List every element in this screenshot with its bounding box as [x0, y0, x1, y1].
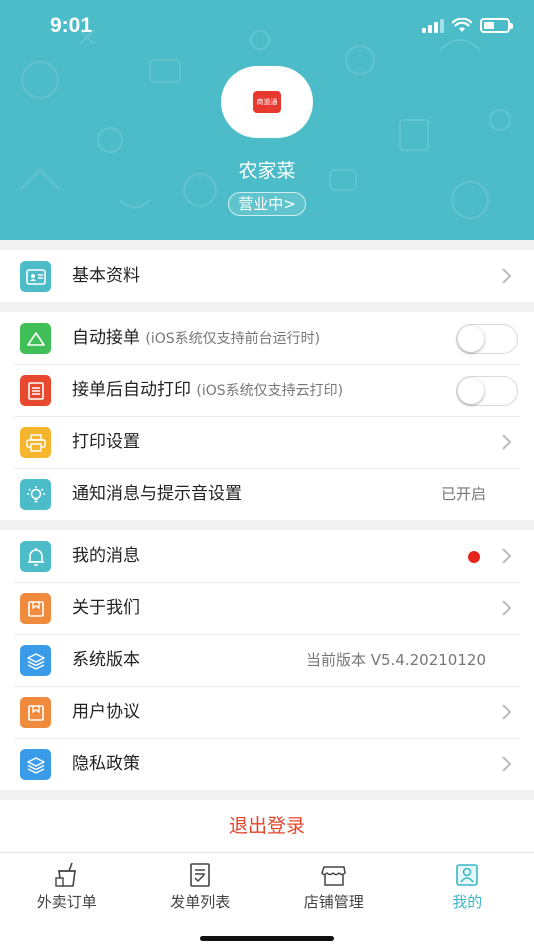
status-time: 9:01	[50, 14, 93, 37]
auto-print-toggle[interactable]	[456, 376, 518, 406]
privacy-label: 隐私政策	[72, 754, 140, 774]
unread-dot	[468, 551, 480, 563]
my-messages-row[interactable]: 我的消息	[0, 530, 534, 582]
auto-print-note: (iOS系统仅支持云打印)	[196, 383, 344, 399]
home-indicator[interactable]	[200, 936, 334, 941]
agreement-icon	[20, 697, 51, 728]
user-agreement-label: 用户协议	[72, 702, 140, 722]
signal-icon	[422, 18, 444, 33]
logout-button[interactable]: 退出登录	[0, 800, 534, 852]
shop-logo: 商道通	[253, 91, 281, 113]
about-label: 关于我们	[72, 598, 140, 618]
store-icon	[321, 866, 346, 886]
chevron-right-icon	[502, 268, 512, 284]
auto-accept-row: 自动接单 (iOS系统仅支持前台运行时)	[0, 312, 534, 364]
id-card-icon	[20, 261, 51, 292]
wifi-icon	[452, 18, 472, 32]
tab-takeout-orders[interactable]: 外卖订单	[0, 853, 134, 950]
user-agreement-row[interactable]: 用户协议	[0, 686, 534, 738]
version-value: 当前版本 V5.4.20210120	[305, 651, 486, 669]
print-settings-label: 打印设置	[72, 432, 140, 452]
status-bar: 9:01	[0, 0, 534, 54]
auto-accept-icon	[20, 323, 51, 354]
tab-label: 发单列表	[170, 893, 231, 911]
tab-profile[interactable]: 我的	[401, 853, 534, 950]
privacy-row[interactable]: 隐私政策	[0, 738, 534, 790]
auto-accept-toggle[interactable]	[456, 324, 518, 354]
notification-status-value: 已开启	[440, 485, 486, 503]
chevron-right-icon	[502, 756, 512, 772]
tab-label: 外卖订单	[36, 893, 97, 911]
basic-info-row[interactable]: 基本资料	[0, 250, 534, 302]
tab-label: 店铺管理	[303, 893, 364, 911]
battery-icon	[480, 18, 513, 33]
list-icon	[190, 863, 211, 887]
shop-avatar[interactable]: 商道通	[221, 66, 313, 138]
basic-info-label: 基本资料	[72, 266, 140, 286]
notification-settings-row[interactable]: 通知消息与提示音设置 已开启	[0, 468, 534, 520]
auto-print-icon	[20, 375, 51, 406]
chevron-right-icon	[502, 704, 512, 720]
auto-accept-label: 自动接单 (iOS系统仅支持前台运行时)	[72, 328, 321, 348]
version-label: 系统版本	[72, 650, 140, 670]
bell-icon	[20, 541, 51, 572]
business-status-button[interactable]: 营业中>	[228, 192, 306, 216]
section-basic: 基本资料	[0, 250, 534, 302]
chevron-right-icon	[502, 434, 512, 450]
chevron-right-icon	[502, 548, 512, 564]
bulb-icon	[20, 479, 51, 510]
auto-print-label: 接单后自动打印 (iOS系统仅支持云打印)	[72, 380, 344, 400]
auto-print-row: 接单后自动打印 (iOS系统仅支持云打印)	[0, 364, 534, 416]
privacy-layers-icon	[20, 749, 51, 780]
version-row: 系统版本 当前版本 V5.4.20210120	[0, 634, 534, 686]
notification-settings-label: 通知消息与提示音设置	[72, 484, 242, 504]
print-settings-row[interactable]: 打印设置	[0, 416, 534, 468]
about-row[interactable]: 关于我们	[0, 582, 534, 634]
takeout-icon	[55, 862, 76, 887]
my-messages-label: 我的消息	[72, 546, 140, 566]
profile-header: 9:01 商道通 农家菜 营业中>	[0, 0, 534, 240]
layers-icon	[20, 645, 51, 676]
section-settings: 自动接单 (iOS系统仅支持前台运行时) 接单后自动打印 (iOS系统仅支持云打…	[0, 312, 534, 520]
printer-icon	[20, 427, 51, 458]
chevron-right-icon	[502, 600, 512, 616]
status-icons	[422, 18, 513, 33]
shop-name: 农家菜	[238, 160, 296, 182]
section-info: 我的消息 关于我们 系统版本 当前版本 V5.4.20210120 用户协议 隐…	[0, 530, 534, 790]
profile-icon	[456, 864, 479, 886]
auto-accept-note: (iOS系统仅支持前台运行时)	[145, 331, 321, 347]
about-icon	[20, 593, 51, 624]
tab-label: 我的	[452, 893, 483, 911]
